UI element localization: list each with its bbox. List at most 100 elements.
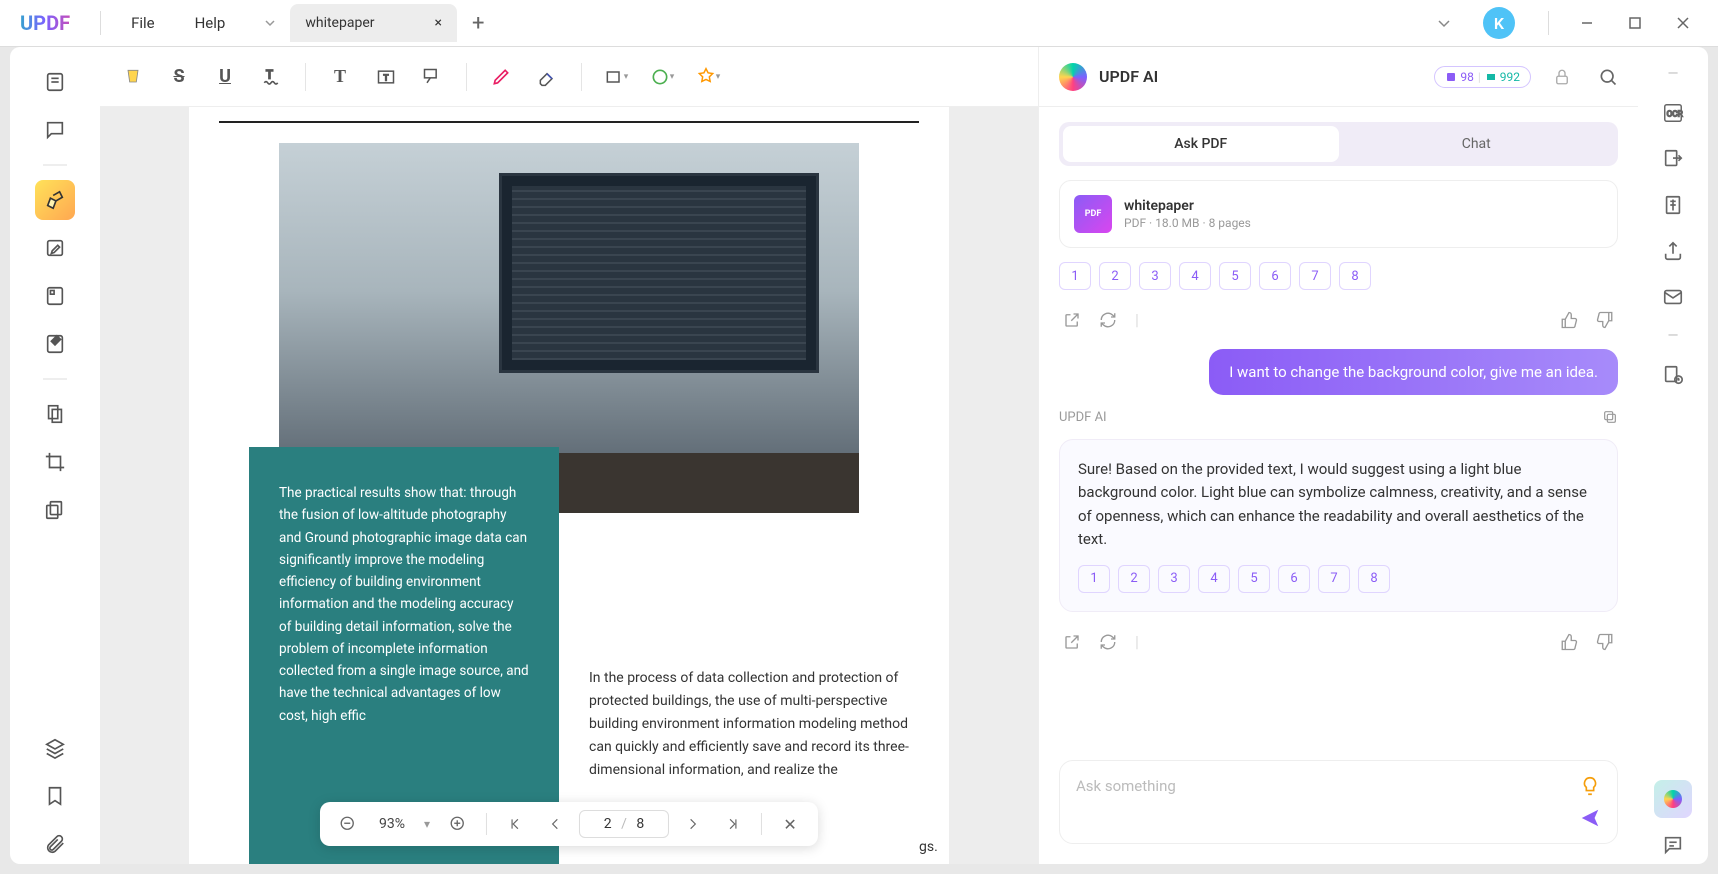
chat-tab[interactable]: Chat: [1339, 126, 1615, 162]
menu-file[interactable]: File: [111, 14, 175, 32]
page-chip[interactable]: 1: [1059, 262, 1091, 290]
suggestion-bulb-icon[interactable]: [1579, 775, 1601, 797]
underline-icon[interactable]: U: [207, 59, 243, 95]
pdf-file-icon: PDF: [1074, 195, 1112, 233]
page-chip[interactable]: 5: [1238, 565, 1270, 593]
reader-mode-icon[interactable]: [35, 62, 75, 102]
thumbs-down-icon[interactable]: [1596, 633, 1614, 651]
page-chip[interactable]: 2: [1099, 262, 1131, 290]
close-window-button[interactable]: [1663, 3, 1703, 43]
tabs-dropdown[interactable]: [255, 8, 285, 38]
squiggly-icon[interactable]: T: [253, 59, 289, 95]
credit-badge[interactable]: 98 | 992: [1434, 66, 1531, 88]
eraser-icon[interactable]: [529, 59, 565, 95]
ai-header: UPDF AI 98 | 992: [1039, 47, 1638, 107]
document-tab[interactable]: whitepaper ×: [290, 4, 457, 42]
separator: [486, 813, 487, 835]
comment-mode-icon[interactable]: [35, 110, 75, 150]
zoom-out-button[interactable]: [332, 808, 364, 840]
strikethrough-icon[interactable]: S: [161, 59, 197, 95]
page-chip[interactable]: 4: [1179, 262, 1211, 290]
edit-text-icon[interactable]: [35, 228, 75, 268]
body-paragraph: In the process of data collection and pr…: [589, 667, 919, 782]
pencil-icon[interactable]: [483, 59, 519, 95]
page-thumbnails-icon[interactable]: [35, 276, 75, 316]
ai-mode-segment: Ask PDF Chat: [1059, 122, 1618, 166]
shape-circle-icon[interactable]: ▾: [644, 59, 680, 95]
regenerate-icon[interactable]: [1099, 311, 1117, 329]
annotation-toolbar: S U T T T ▾ ▾ ▾: [100, 47, 1038, 107]
callout-icon[interactable]: [414, 59, 450, 95]
page-chip[interactable]: 6: [1259, 262, 1291, 290]
ai-prompt-input[interactable]: [1076, 777, 1579, 795]
open-external-icon[interactable]: [1063, 311, 1081, 329]
ocr-icon[interactable]: OCR: [1654, 94, 1692, 132]
thumbs-up-icon[interactable]: [1560, 311, 1578, 329]
message-actions-bottom: |: [1059, 626, 1618, 657]
layers-icon[interactable]: [35, 728, 75, 768]
ask-pdf-tab[interactable]: Ask PDF: [1063, 126, 1339, 162]
regenerate-icon[interactable]: [1099, 633, 1117, 651]
ai-logo-icon: [1059, 63, 1087, 91]
page-number-input[interactable]: 2 / 8: [579, 810, 669, 838]
page-chip[interactable]: 8: [1339, 262, 1371, 290]
protect-icon[interactable]: [1654, 356, 1692, 394]
form-fill-icon[interactable]: [35, 324, 75, 364]
share-icon[interactable]: [1654, 232, 1692, 270]
new-tab-button[interactable]: +: [472, 11, 484, 36]
prev-page-button[interactable]: [539, 808, 571, 840]
crop-pages-icon[interactable]: [35, 442, 75, 482]
menu-help[interactable]: Help: [175, 14, 246, 32]
thumbs-up-icon[interactable]: [1560, 633, 1578, 651]
zoom-in-button[interactable]: [442, 808, 474, 840]
maximize-button[interactable]: [1615, 3, 1655, 43]
ai-input-box: [1059, 760, 1618, 844]
page-chip[interactable]: 8: [1358, 565, 1390, 593]
page-chip[interactable]: 2: [1118, 565, 1150, 593]
stamp-icon[interactable]: ▾: [690, 59, 726, 95]
page-chip[interactable]: 4: [1198, 565, 1230, 593]
compress-icon[interactable]: [1654, 186, 1692, 224]
open-external-icon[interactable]: [1063, 633, 1081, 651]
page-chip[interactable]: 3: [1158, 565, 1190, 593]
collapse-icon[interactable]: —: [1664, 62, 1683, 86]
page-chip[interactable]: 7: [1299, 262, 1331, 290]
lock-icon[interactable]: [1553, 68, 1571, 86]
highlight-color-icon[interactable]: [115, 59, 151, 95]
close-controls-button[interactable]: ✕: [774, 808, 806, 840]
next-page-button[interactable]: [677, 808, 709, 840]
copy-pages-icon[interactable]: [35, 490, 75, 530]
shape-rectangle-icon[interactable]: ▾: [598, 59, 634, 95]
bookmark-icon[interactable]: [35, 776, 75, 816]
document-viewer[interactable]: The practical results show that: through…: [100, 107, 1038, 864]
text-box-icon[interactable]: T: [368, 59, 404, 95]
first-page-button[interactable]: [499, 808, 531, 840]
attached-file-card[interactable]: PDF whitepaper PDF · 18.0 MB · 8 pages: [1059, 180, 1618, 248]
chevron-down-icon[interactable]: [1428, 7, 1460, 39]
thumbs-down-icon[interactable]: [1596, 311, 1614, 329]
app-logo[interactable]: UPDF: [0, 11, 90, 35]
send-button[interactable]: [1579, 807, 1601, 829]
search-icon[interactable]: [1598, 67, 1618, 87]
organize-pages-icon[interactable]: [35, 394, 75, 434]
zoom-dropdown-icon[interactable]: ▾: [420, 817, 434, 831]
last-page-button[interactable]: [717, 808, 749, 840]
page-chip[interactable]: 6: [1278, 565, 1310, 593]
ai-response-bubble: Sure! Based on the provided text, I woul…: [1059, 439, 1618, 612]
copy-icon[interactable]: [1602, 409, 1618, 425]
close-tab-icon[interactable]: ×: [435, 15, 442, 31]
page-controls-bar: 93% ▾ 2 / 8 ✕: [320, 802, 818, 846]
page-chip[interactable]: 3: [1139, 262, 1171, 290]
email-icon[interactable]: [1654, 278, 1692, 316]
ai-assistant-icon[interactable]: [1654, 780, 1692, 818]
highlight-tool-icon[interactable]: [35, 180, 75, 220]
page-chip[interactable]: 1: [1078, 565, 1110, 593]
page-chip[interactable]: 5: [1219, 262, 1251, 290]
convert-icon[interactable]: [1654, 140, 1692, 178]
user-avatar[interactable]: K: [1483, 7, 1515, 39]
page-chip[interactable]: 7: [1318, 565, 1350, 593]
chat-support-icon[interactable]: [1654, 826, 1692, 864]
minimize-button[interactable]: [1567, 3, 1607, 43]
text-comment-icon[interactable]: T: [322, 59, 358, 95]
attachment-icon[interactable]: [35, 824, 75, 864]
